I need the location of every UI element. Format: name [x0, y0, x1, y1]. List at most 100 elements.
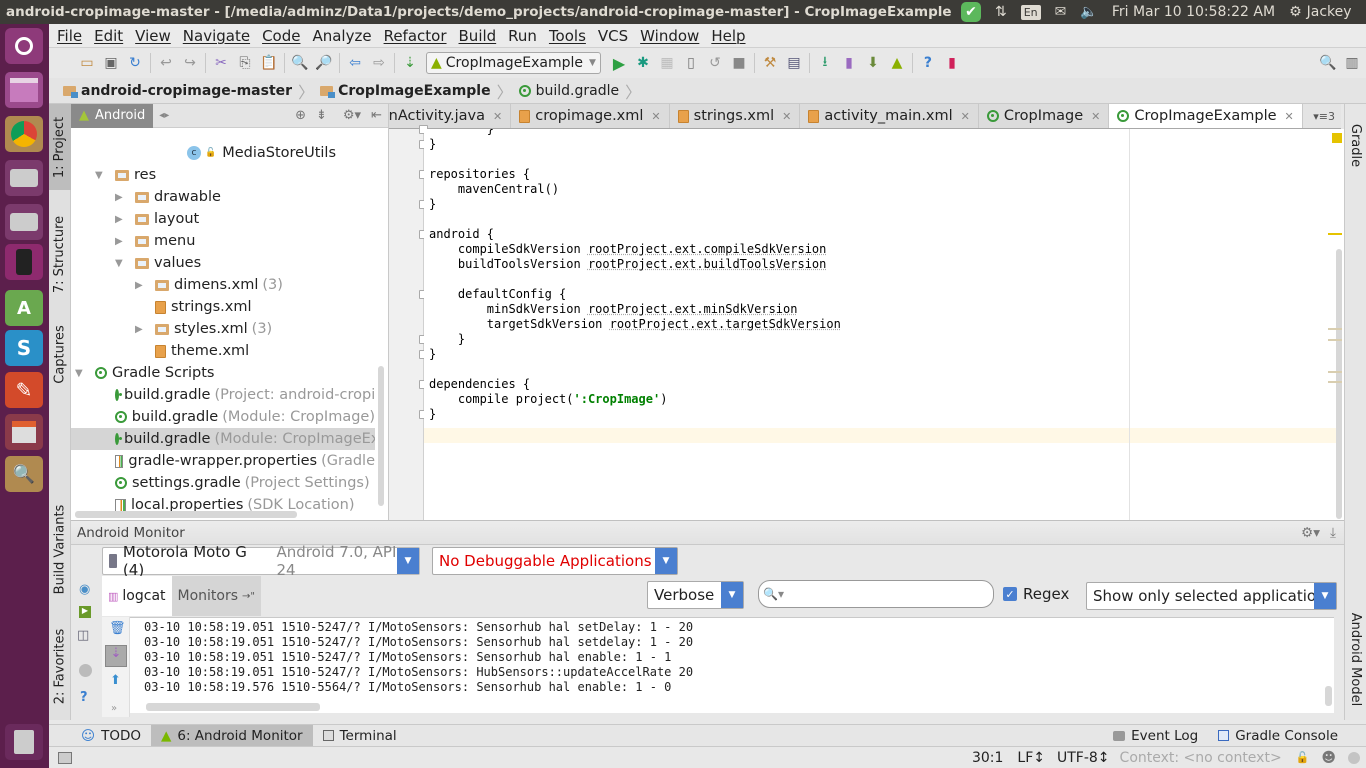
find-icon[interactable]: 🔍 — [288, 52, 312, 74]
launcher-system-tool[interactable]: ✎ — [5, 372, 43, 408]
pin-icon[interactable]: →" — [242, 591, 255, 602]
gradle-sync-icon[interactable]: ⭳ — [813, 52, 837, 74]
menu-tools[interactable]: Tools — [543, 27, 592, 45]
system-info-icon[interactable]: ◫ — [77, 628, 89, 643]
inspection-status-icon[interactable] — [1332, 133, 1342, 143]
switch-view-icon[interactable]: ◂▸ — [159, 110, 169, 121]
tree-item[interactable]: build.gradle (Module: CropImage) — [71, 406, 375, 428]
gear-icon[interactable]: ⚙▾ — [1301, 525, 1320, 541]
device-debug-icon[interactable]: ▯ — [679, 52, 703, 74]
log-line[interactable]: 03-10 10:58:19.051 1510-5247/? I/MotoSen… — [144, 635, 693, 650]
tool-tab-project[interactable]: 1: Project — [49, 104, 71, 190]
tool-tab-event-log[interactable]: Event Log — [1103, 725, 1208, 747]
run-configuration-select[interactable]: ▲ CropImageExample ▼ — [426, 52, 601, 74]
tree-item[interactable]: ▶ dimens.xml (3) — [71, 274, 375, 296]
encoding-select[interactable]: UTF-8↕ — [1057, 750, 1110, 766]
search-everywhere-icon[interactable]: 🔍 — [1316, 52, 1340, 74]
hector-icon[interactable]: ☻ — [1321, 750, 1336, 766]
menu-navigate[interactable]: Navigate — [177, 27, 256, 45]
shield-check-icon[interactable]: ✔ — [961, 2, 981, 22]
scroll-to-end-icon[interactable]: ⇣ — [105, 645, 127, 667]
tree-item[interactable]: ▶ drawable — [71, 186, 375, 208]
project-structure-icon[interactable]: ⚒ — [758, 52, 782, 74]
help-icon[interactable]: ? — [80, 690, 88, 705]
replace-icon[interactable]: 🔎 — [312, 52, 336, 74]
tree-item[interactable]: settings.gradle (Project Settings) — [71, 472, 375, 494]
tool-tab-favorites[interactable]: 2: Favorites — [49, 616, 71, 716]
menu-vcs[interactable]: VCS — [592, 27, 634, 45]
tool-tab-captures[interactable]: Captures — [49, 314, 71, 394]
collapse-arrow-icon[interactable]: ▶ — [135, 324, 147, 335]
tree-item[interactable]: ▶ menu — [71, 230, 375, 252]
log-line[interactable]: 03-10 10:58:19.576 1510-5564/? I/MotoSen… — [144, 680, 671, 695]
log-line[interactable]: 03-10 10:58:19.051 1510-5247/? I/MotoSen… — [144, 620, 693, 635]
chevron-down-icon[interactable]: ▼ — [1314, 583, 1336, 609]
close-icon[interactable]: ✕ — [651, 110, 660, 123]
chevron-down-icon[interactable]: ▼ — [721, 582, 743, 608]
tabs-overflow-button[interactable]: ▾≡ 3 — [1307, 104, 1341, 128]
network-updown-icon[interactable]: ⇅ — [995, 4, 1007, 20]
editor-tab[interactable]: CropImage ✕ — [978, 104, 1110, 128]
menu-code[interactable]: Code — [256, 27, 306, 45]
tree-item[interactable]: build.gradle (Module: CropImageEx — [71, 428, 375, 450]
code-editor[interactable]: }} repositories { mavenCentral()} android … — [424, 129, 1336, 520]
logcat-vertical-scrollbar[interactable] — [1325, 686, 1332, 706]
device-select[interactable]: Motorola Moto G (4) Android 7.0, API 24 … — [102, 543, 420, 579]
menu-analyze[interactable]: Analyze — [306, 27, 377, 45]
info-marker[interactable] — [1328, 371, 1342, 373]
collapse-arrow-icon[interactable]: ▶ — [115, 214, 127, 225]
code-reference[interactable]: rootProject.ext.buildToolsVersion — [588, 257, 826, 271]
code-reference[interactable]: rootProject.ext.minSdkVersion — [588, 302, 798, 316]
device-error-icon[interactable]: ▮ — [940, 52, 964, 74]
screen-record-icon[interactable]: ▶ — [79, 606, 91, 618]
mail-icon[interactable]: ✉ — [1055, 4, 1067, 20]
breadcrumb-item-project[interactable]: android-cropimage-master — [57, 83, 298, 99]
checkbox-checked-icon[interactable]: ✓ — [1003, 587, 1017, 601]
sync-icon[interactable]: ↻ — [123, 52, 147, 74]
breadcrumb-item-file[interactable]: build.gradle — [513, 83, 626, 99]
up-arrow-icon[interactable]: ⬆ — [110, 673, 121, 688]
layout-icon[interactable]: ▥ — [1340, 52, 1364, 74]
collapse-all-icon[interactable]: ⇟ — [316, 108, 327, 123]
terminate-icon[interactable] — [79, 664, 92, 677]
forward-icon[interactable]: ⇨ — [367, 52, 391, 74]
log-line[interactable]: 03-10 10:58:19.051 1510-5247/? I/MotoSen… — [144, 665, 693, 680]
menu-build[interactable]: Build — [453, 27, 503, 45]
tree-item[interactable]: ▼ Gradle Scripts — [71, 362, 375, 384]
log-level-select[interactable]: Verbose ▼ — [647, 581, 744, 609]
menu-file[interactable]: File — [51, 27, 88, 45]
project-vertical-scrollbar[interactable] — [378, 366, 384, 506]
help-icon[interactable]: ? — [916, 52, 940, 74]
sdk-manager-icon[interactable]: ⬇ — [861, 52, 885, 74]
search-icon[interactable]: 🔍▾ — [763, 587, 784, 601]
tree-item[interactable]: build.gradle (Project: android-cropi — [71, 384, 375, 406]
launcher-image-viewer[interactable]: 🔍 — [5, 456, 43, 492]
tool-tab-gradle-console[interactable]: Gradle Console — [1208, 725, 1348, 747]
screenshot-icon[interactable]: ◉ — [79, 582, 90, 597]
launcher-ubuntu-dash[interactable] — [5, 28, 43, 64]
clock[interactable]: Fri Mar 10 10:58:22 AM — [1112, 4, 1275, 20]
close-icon[interactable]: ✕ — [493, 110, 502, 123]
tree-item[interactable]: ▼ values — [71, 252, 375, 274]
stop-icon[interactable]: ■ — [727, 52, 751, 74]
launcher-file-cabinet[interactable] — [5, 414, 43, 450]
volume-icon[interactable]: 🔈 — [1080, 4, 1097, 20]
back-icon[interactable]: ⇦ — [343, 52, 367, 74]
menu-run[interactable]: Run — [502, 27, 543, 45]
hide-panel-icon[interactable]: ⤓ — [1330, 525, 1336, 541]
menu-edit[interactable]: Edit — [88, 27, 129, 45]
launcher-window[interactable] — [5, 72, 43, 108]
undo-icon[interactable]: ↩ — [154, 52, 178, 74]
launcher-disk-2[interactable] — [5, 204, 43, 240]
editor-tab[interactable]: activity_main.xml ✕ — [800, 104, 979, 128]
menu-help[interactable]: Help — [705, 27, 751, 45]
tree-item[interactable]: theme.xml — [71, 340, 375, 362]
run-icon[interactable]: ▶ — [607, 52, 631, 74]
launcher-android-studio[interactable]: A — [5, 290, 43, 326]
tree-item[interactable]: ▼ res — [71, 164, 375, 186]
launcher-phone[interactable] — [5, 244, 43, 280]
regex-checkbox[interactable]: ✓ Regex — [1003, 585, 1069, 603]
editor-scrollbar[interactable] — [1328, 129, 1344, 520]
code-reference[interactable]: rootProject.ext.compileSdkVersion — [588, 242, 826, 256]
tool-tab-todo[interactable]: ☺ TODO — [71, 725, 151, 747]
